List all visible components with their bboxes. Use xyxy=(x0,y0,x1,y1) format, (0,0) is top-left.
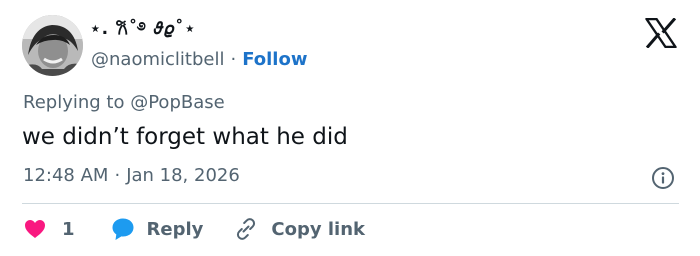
timestamp[interactable]: 12:48 AM · Jan 18, 2026 xyxy=(23,165,240,186)
divider xyxy=(22,203,679,204)
copy-link-label: Copy link xyxy=(271,218,365,240)
heart-icon xyxy=(24,219,46,239)
like-count: 1 xyxy=(62,218,75,240)
reply-button[interactable]: Reply xyxy=(111,217,204,241)
like-button[interactable]: 1 xyxy=(24,219,75,240)
tweet-time: 12:48 AM xyxy=(23,165,109,186)
user-handle[interactable]: @naomiclitbell xyxy=(91,49,224,70)
tweet-embed-card: ⋆. 𐙚˚࿔ 𝜗𝜚˚⋆ @naomiclitbell · Follow Repl… xyxy=(0,0,700,256)
copy-link-button[interactable]: Copy link xyxy=(233,218,365,240)
handle-row: @naomiclitbell · Follow xyxy=(91,47,307,71)
link-icon xyxy=(233,218,259,240)
reply-label: Reply xyxy=(146,218,204,240)
action-bar: 1 Reply Copy link xyxy=(24,215,365,243)
speech-bubble-icon xyxy=(111,217,135,241)
separator-dot: · xyxy=(114,165,121,186)
info-icon[interactable] xyxy=(651,166,675,190)
avatar[interactable] xyxy=(22,15,83,76)
replying-to-label: Replying to xyxy=(23,92,125,113)
follow-button[interactable]: Follow xyxy=(242,49,307,70)
reply-mention-link[interactable]: @PopBase xyxy=(130,92,224,113)
replying-to-line: Replying to @PopBase xyxy=(23,92,225,113)
avatar-image xyxy=(22,15,83,76)
tweet-text: we didn’t forget what he did xyxy=(22,124,348,150)
display-name-row: ⋆. 𐙚˚࿔ 𝜗𝜚˚⋆ xyxy=(90,19,196,46)
tweet-date: Jan 18, 2026 xyxy=(126,165,240,186)
x-logo-icon[interactable] xyxy=(645,17,677,49)
separator-dot: · xyxy=(230,48,237,70)
